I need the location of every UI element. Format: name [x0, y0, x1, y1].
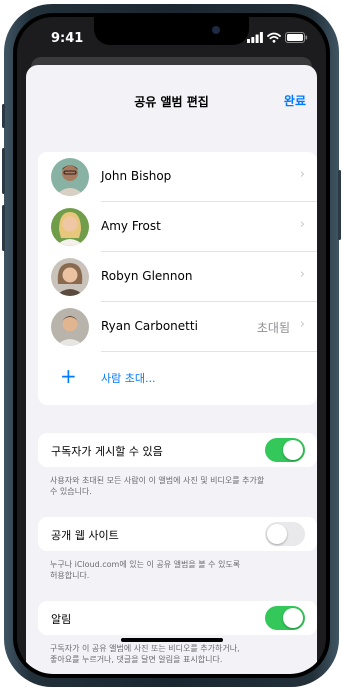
volume-up-button	[2, 148, 5, 194]
notifications-label: 알림	[51, 613, 72, 626]
chevron-right-icon: ›	[299, 167, 305, 182]
silent-switch	[2, 104, 5, 128]
battery-icon	[285, 32, 308, 43]
avatar	[51, 308, 89, 346]
status-icons	[247, 31, 308, 43]
subscribers-can-post-footnote: 사용자와 초대된 모든 사람이 이 앨범에 사진 및 비디오를 추가할 수 있습…	[50, 475, 308, 497]
public-website-footnote: 누구나 iCloud.com에 있는 이 공유 앨범을 볼 수 있도록 허용합니…	[50, 559, 308, 581]
sheet-title: 공유 앨범 편집	[134, 95, 209, 109]
footnote-line: 구독자가 이 공유 앨범에 사진 또는 비디오를 추가하거나,	[50, 644, 240, 653]
person-name: John Bishop	[101, 169, 172, 183]
person-name: Robyn Glennon	[101, 269, 193, 283]
chevron-right-icon: ›	[299, 317, 305, 332]
toggle-knob	[267, 524, 287, 544]
person-name: Ryan Carbonetti	[101, 319, 198, 333]
public-website-label: 공개 웹 사이트	[51, 529, 119, 542]
footnote-line: 사용자와 초대된 모든 사람이 이 앨범에 사진 및 비디오를 추가할	[50, 476, 265, 485]
toggle-knob	[283, 440, 303, 460]
notifications-toggle[interactable]	[265, 606, 305, 630]
subscribers-can-post-label: 구독자가 게시할 수 있음	[51, 445, 163, 458]
public-website-toggle[interactable]	[265, 522, 305, 546]
people-list: John Bishop › Amy Frost › Robyn Glennon	[38, 152, 317, 405]
wifi-icon	[267, 32, 281, 43]
notifications-footnote: 구독자가 이 공유 앨범에 사진 또는 비디오를 추가하거나, 좋아요를 누르거…	[50, 643, 308, 665]
person-row-ryan-carbonetti[interactable]: Ryan Carbonetti 초대됨 ›	[38, 302, 317, 352]
phone-screen: 9:41 공유 앨범 편집 완료 John Bishop › Amy Frost…	[17, 17, 326, 674]
avatar	[51, 258, 89, 296]
notch	[94, 17, 249, 45]
power-button	[338, 170, 341, 240]
done-button[interactable]: 완료	[284, 92, 306, 109]
invite-people-row[interactable]: + 사람 초대...	[38, 352, 317, 404]
public-website-row: 공개 웹 사이트	[38, 517, 317, 551]
subscribers-can-post-toggle[interactable]	[265, 438, 305, 462]
footnote-line: 좋아요를 누르거나, 댓글을 달면 알림을 표시합니다.	[50, 655, 223, 664]
footnote-line: 누구나 iCloud.com에 있는 이 공유 앨범을 볼 수 있도록	[50, 560, 241, 569]
person-status: 초대됨	[256, 321, 290, 335]
avatar	[51, 158, 89, 196]
person-name: Amy Frost	[101, 219, 161, 233]
toggle-knob	[283, 608, 303, 628]
chevron-right-icon: ›	[299, 217, 305, 232]
person-row-amy-frost[interactable]: Amy Frost ›	[38, 202, 317, 252]
invite-people-label: 사람 초대...	[101, 372, 156, 385]
avatar	[51, 208, 89, 246]
footnote-line: 허용합니다.	[50, 571, 90, 580]
status-bar: 9:41	[17, 17, 326, 61]
cellular-signal-icon	[247, 32, 263, 43]
volume-down-button	[2, 205, 5, 251]
person-row-john-bishop[interactable]: John Bishop ›	[38, 152, 317, 202]
chevron-right-icon: ›	[299, 267, 305, 282]
footnote-line: 수 있습니다.	[50, 487, 92, 496]
edit-shared-album-sheet: 공유 앨범 편집 완료 John Bishop › Amy Frost › Ro…	[26, 65, 317, 674]
status-time: 9:41	[51, 31, 84, 46]
plus-icon: +	[60, 364, 77, 388]
subscribers-can-post-row: 구독자가 게시할 수 있음	[38, 433, 317, 467]
notifications-row: 알림	[38, 601, 317, 635]
person-row-robyn-glennon[interactable]: Robyn Glennon ›	[38, 252, 317, 302]
home-indicator[interactable]	[121, 638, 223, 642]
front-camera	[212, 26, 220, 34]
